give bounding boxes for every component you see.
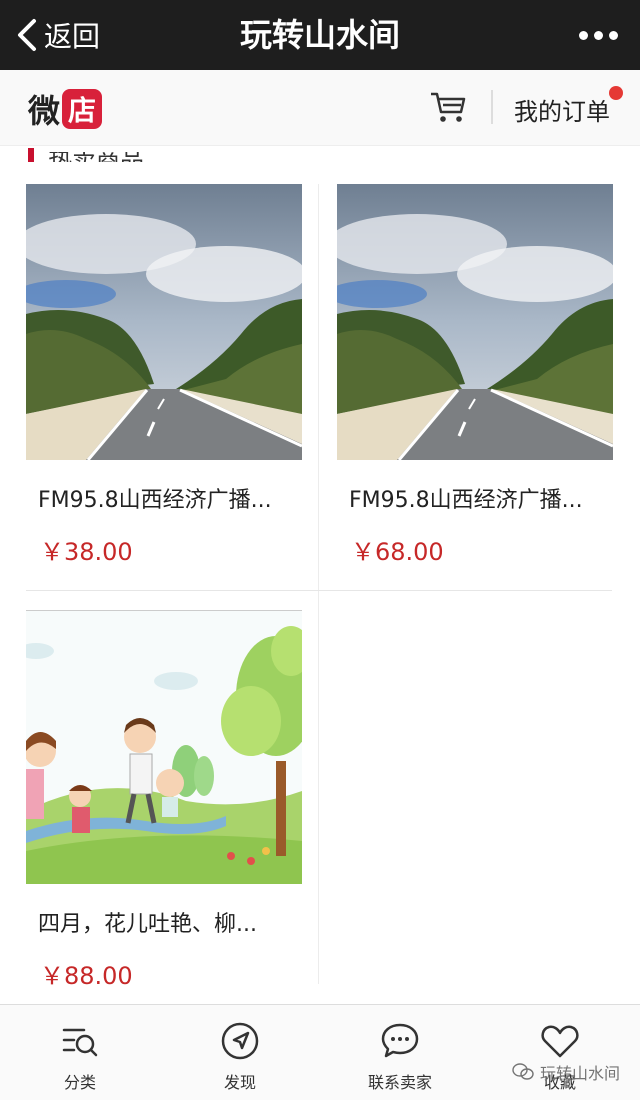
header-divider <box>491 90 493 124</box>
wechat-logo-icon <box>512 1063 534 1080</box>
product-price: ￥68.00 <box>351 538 444 566</box>
more-menu-button[interactable] <box>579 0 618 70</box>
product-image-family-cartoon[interactable] <box>26 610 302 884</box>
back-label: 返回 <box>44 20 101 53</box>
product-price: ￥88.00 <box>40 962 133 990</box>
product-name: FM95.8山西经济广播... <box>349 488 583 513</box>
section-header: 热卖商品 <box>28 146 144 162</box>
weidian-logo[interactable]: 微 店 <box>28 86 103 132</box>
category-icon <box>62 1028 98 1057</box>
tab-label: 联系卖家 <box>367 1073 432 1092</box>
tab-favorites[interactable]: 收藏 <box>480 1005 640 1100</box>
wechat-navbar: 返回 玩转山水间 <box>0 0 640 70</box>
more-dot-icon <box>579 30 588 40</box>
bottom-tab-bar: 分类 发现 联系卖家 收藏 <box>0 1004 640 1100</box>
logo-text-dian: 店 <box>62 89 103 129</box>
cart-icon[interactable] <box>428 86 468 126</box>
product-image-road[interactable] <box>337 184 613 460</box>
back-button[interactable]: 返回 <box>16 0 100 70</box>
product-card[interactable]: FM95.8山西经济广播... ￥38.00 <box>26 184 302 567</box>
product-name: FM95.8山西经济广播... <box>38 488 272 513</box>
notification-dot <box>609 86 623 100</box>
product-price: ￥38.00 <box>40 538 133 566</box>
grid-vertical-divider <box>318 184 319 984</box>
section-accent-bar <box>28 148 34 162</box>
wechat-watermark: 玩转山水间 <box>512 1060 620 1084</box>
watermark-text: 玩转山水间 <box>540 1064 621 1083</box>
more-dot-icon <box>609 30 618 40</box>
tab-category[interactable]: 分类 <box>0 1005 160 1100</box>
chat-icon <box>381 1023 419 1058</box>
product-name: 四月，花儿吐艳、柳... <box>38 912 257 937</box>
section-title: 热卖商品 <box>48 152 144 162</box>
logo-text-wei: 微 <box>28 92 61 130</box>
product-card[interactable]: FM95.8山西经济广播... ￥68.00 <box>337 184 613 567</box>
my-orders-link[interactable]: 我的订单 <box>514 92 610 127</box>
chevron-left-icon <box>18 19 36 51</box>
tab-contact-seller[interactable]: 联系卖家 <box>320 1005 480 1100</box>
compass-icon <box>221 1022 259 1060</box>
grid-horizontal-divider <box>26 590 612 591</box>
tab-discover[interactable]: 发现 <box>160 1005 320 1100</box>
heart-icon <box>541 1025 579 1058</box>
more-dot-icon <box>594 30 603 40</box>
product-image-road[interactable] <box>26 184 302 460</box>
tab-label: 分类 <box>63 1073 96 1092</box>
tab-label: 发现 <box>223 1073 256 1092</box>
shop-header: 微 店 我的订单 <box>0 70 640 146</box>
product-card[interactable]: 四月，花儿吐艳、柳... ￥88.00 <box>26 610 302 991</box>
